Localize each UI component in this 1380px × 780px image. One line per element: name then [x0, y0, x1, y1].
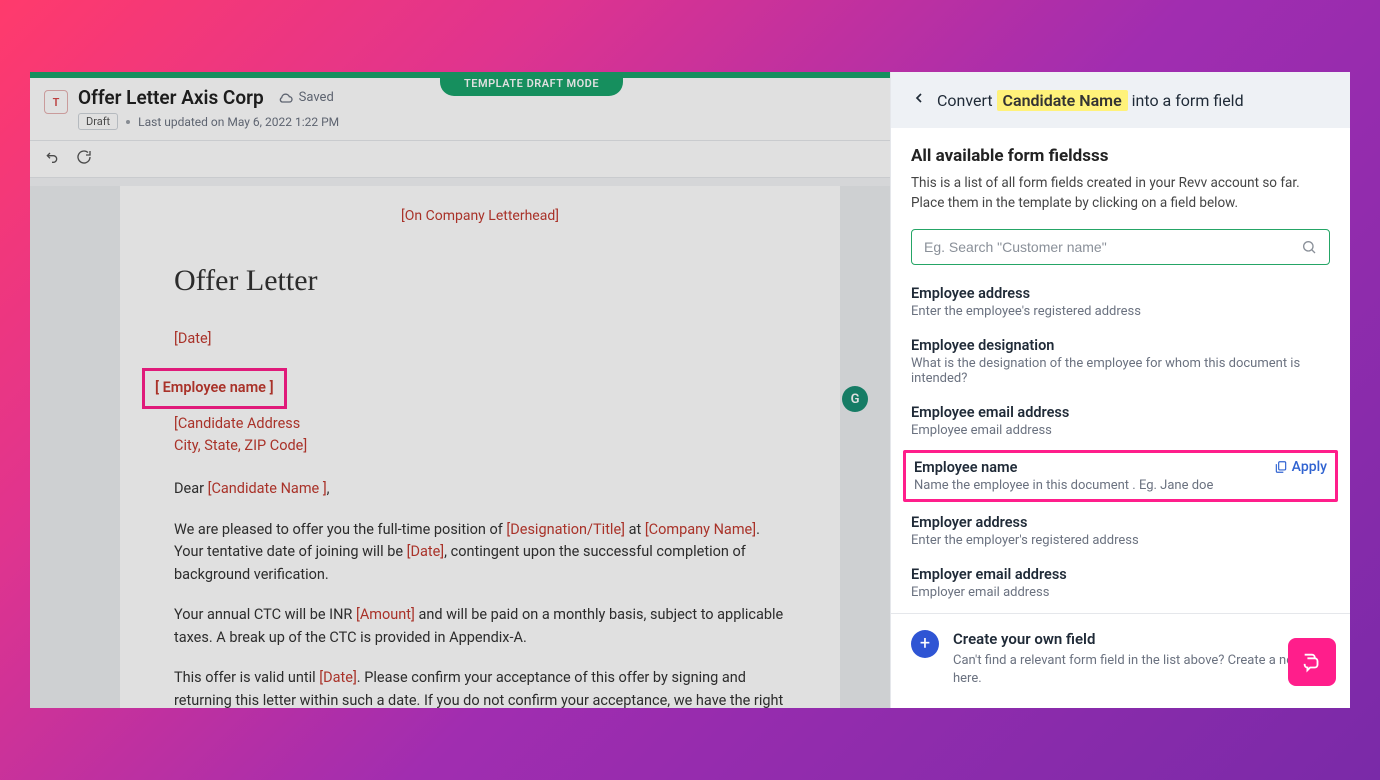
employee-name-placeholder-selected[interactable]: [ Employee name ] [142, 368, 287, 408]
company-name-placeholder[interactable]: [Company Name] [645, 521, 756, 538]
field-item-employer-address[interactable]: Employer address Enter the employer's re… [911, 512, 1330, 550]
apply-button[interactable]: Apply [1274, 459, 1327, 475]
valid-until-date-placeholder[interactable]: [Date] [319, 669, 357, 686]
date-placeholder[interactable]: [Date] [174, 330, 212, 347]
back-button[interactable] [911, 90, 927, 110]
field-item-employee-designation[interactable]: Employee designation What is the designa… [911, 335, 1330, 388]
candidate-address-placeholder[interactable]: [Candidate Address City, State, ZIP Code… [174, 413, 786, 457]
doc-type-icon: T [44, 90, 68, 114]
apply-icon [1274, 460, 1288, 474]
field-item-employee-email-address[interactable]: Employee email address Employee email ad… [911, 402, 1330, 440]
search-icon [1301, 239, 1317, 255]
last-updated-text: Last updated on May 6, 2022 1:22 PM [138, 115, 339, 129]
draft-chip: Draft [78, 113, 118, 130]
panel-footer[interactable]: + Create your own field Can't find a rel… [891, 613, 1350, 708]
toolbar [30, 141, 890, 178]
paragraph-2[interactable]: Your annual CTC will be INR [Amount] and… [174, 604, 786, 649]
undo-button[interactable] [44, 149, 60, 169]
create-own-field-title: Create your own field [953, 630, 1330, 648]
field-item-employee-address[interactable]: Employee address Enter the employee's re… [911, 283, 1330, 321]
convert-prefix: Convert [937, 91, 997, 110]
document-page: [On Company Letterhead] Offer Letter [Da… [120, 186, 840, 708]
create-own-field-sub: Can't find a relevant form field in the … [953, 652, 1330, 688]
form-field-panel: Convert Candidate Name into a form field… [890, 72, 1350, 708]
letterhead-placeholder[interactable]: [On Company Letterhead] [174, 208, 786, 224]
joining-date-placeholder[interactable]: [Date] [407, 543, 445, 560]
candidate-name-placeholder[interactable]: [Candidate Name ] [208, 480, 327, 497]
paragraph-3[interactable]: This offer is valid until [Date]. Please… [174, 667, 786, 708]
convert-highlight: Candidate Name [997, 90, 1128, 111]
panel-section-title: All available form fieldsss [911, 146, 1330, 166]
template-draft-mode-badge: TEMPLATE DRAFT MODE [440, 72, 623, 96]
field-list: Employee address Enter the employee's re… [911, 283, 1330, 613]
convert-suffix: into a form field [1132, 91, 1244, 110]
field-item-employee-name[interactable]: Employee name Name the employee in this … [903, 450, 1338, 502]
amount-placeholder[interactable]: [Amount] [356, 606, 415, 623]
field-item-employer-email-address[interactable]: Employer email address Employer email ad… [911, 564, 1330, 602]
saved-indicator: Saved [278, 90, 334, 106]
meta-separator [126, 120, 130, 124]
greeting-line[interactable]: Dear [Candidate Name ], [174, 478, 786, 500]
editor-pane: TEMPLATE DRAFT MODE T Offer Letter Axis … [30, 72, 890, 708]
grammarly-badge[interactable]: G [842, 386, 868, 412]
plus-icon: + [911, 630, 939, 658]
search-field-wrap[interactable] [911, 229, 1330, 265]
designation-placeholder[interactable]: [Designation/Title] [506, 521, 625, 538]
cloud-icon [278, 90, 294, 106]
chevron-left-icon [911, 90, 927, 106]
document-title[interactable]: Offer Letter Axis Corp [78, 86, 264, 109]
chat-fab[interactable] [1288, 638, 1336, 686]
app-window: TEMPLATE DRAFT MODE T Offer Letter Axis … [30, 72, 1350, 708]
search-input[interactable] [924, 239, 1293, 255]
paragraph-1[interactable]: We are pleased to offer you the full-tim… [174, 519, 786, 586]
panel-header: Convert Candidate Name into a form field [891, 72, 1350, 128]
document-heading[interactable]: Offer Letter [174, 264, 786, 298]
panel-section-description: This is a list of all form fields create… [911, 174, 1330, 213]
redo-button[interactable] [76, 149, 92, 169]
document-canvas[interactable]: [On Company Letterhead] Offer Letter [Da… [30, 186, 890, 708]
chat-icon [1301, 651, 1323, 673]
saved-label: Saved [299, 90, 334, 105]
